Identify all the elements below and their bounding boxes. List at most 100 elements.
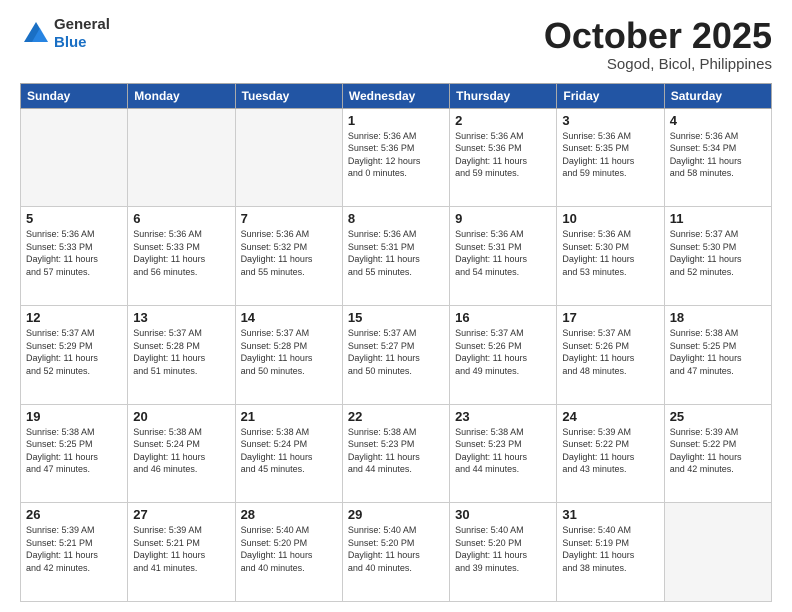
day-info: Sunrise: 5:39 AM Sunset: 5:21 PM Dayligh… <box>133 524 229 574</box>
calendar-subtitle: Sogod, Bicol, Philippines <box>544 56 772 73</box>
calendar-cell: 24Sunrise: 5:39 AM Sunset: 5:22 PM Dayli… <box>557 404 664 503</box>
day-info: Sunrise: 5:36 AM Sunset: 5:30 PM Dayligh… <box>562 228 658 278</box>
day-number: 25 <box>670 409 766 424</box>
day-number: 17 <box>562 310 658 325</box>
day-info: Sunrise: 5:40 AM Sunset: 5:20 PM Dayligh… <box>348 524 444 574</box>
calendar-cell: 28 Sunrise: 5:40 AM Sunset: 5:20 PM Dayli… <box>235 503 342 602</box>
calendar-cell: 17 Sunrise: 5:37 AM Sunset: 5:26 PM Dayli… <box>557 305 664 404</box>
day-number: 4 <box>670 113 766 128</box>
day-number: 6 <box>133 211 229 226</box>
calendar-cell: 9 Sunrise: 5:36 AM Sunset: 5:31 PM Daylig… <box>450 207 557 306</box>
weekday-header-thursday: Thursday <box>450 83 557 108</box>
day-number: 11 <box>670 211 766 226</box>
day-number: 13 <box>133 310 229 325</box>
calendar-cell <box>128 108 235 207</box>
day-info: Sunrise: 5:40 AM Sunset: 5:20 PM Dayligh… <box>455 524 551 574</box>
calendar-cell: 13 Sunrise: 5:37 AM Sunset: 5:28 PM Dayli… <box>128 305 235 404</box>
calendar-cell: 3Sunrise: 5:36 AM Sunset: 5:35 PM Daylig… <box>557 108 664 207</box>
day-info: Sunrise: 5:36 AM Sunset: 5:31 PM Dayligh… <box>455 228 551 278</box>
day-number: 3 <box>562 113 658 128</box>
calendar-cell: 8 Sunrise: 5:36 AM Sunset: 5:31 PM Daylig… <box>342 207 449 306</box>
calendar-cell: 18 Sunrise: 5:38 AM Sunset: 5:25 PM Dayli… <box>664 305 771 404</box>
calendar-cell: 14Sunrise: 5:37 AM Sunset: 5:28 PM Dayli… <box>235 305 342 404</box>
day-info: Sunrise: 5:40 AM Sunset: 5:20 PM Dayligh… <box>241 524 337 574</box>
day-info: Sunrise: 5:40 AM Sunset: 5:19 PM Dayligh… <box>562 524 658 574</box>
calendar-cell: 31 Sunrise: 5:40 AM Sunset: 5:19 PM Dayli… <box>557 503 664 602</box>
day-number: 28 <box>241 507 337 522</box>
calendar-week-5: 26Sunrise: 5:39 AM Sunset: 5:21 PM Dayli… <box>21 503 772 602</box>
day-number: 30 <box>455 507 551 522</box>
calendar-cell: 29 Sunrise: 5:40 AM Sunset: 5:20 PM Dayli… <box>342 503 449 602</box>
calendar-cell: 23 Sunrise: 5:38 AM Sunset: 5:23 PM Dayli… <box>450 404 557 503</box>
day-info: Sunrise: 5:36 AM Sunset: 5:33 PM Dayligh… <box>133 228 229 278</box>
day-number: 12 <box>26 310 122 325</box>
day-info: Sunrise: 5:37 AM Sunset: 5:28 PM Dayligh… <box>133 327 229 377</box>
calendar-cell <box>235 108 342 207</box>
weekday-header-friday: Friday <box>557 83 664 108</box>
day-number: 18 <box>670 310 766 325</box>
calendar-cell: 1 Sunrise: 5:36 AM Sunset: 5:36 PM Daylig… <box>342 108 449 207</box>
page: General Blue October 2025 Sogod, Bicol, … <box>0 0 792 612</box>
calendar-title: October 2025 <box>544 16 772 56</box>
day-info: Sunrise: 5:39 AM Sunset: 5:22 PM Dayligh… <box>670 426 766 476</box>
weekday-header: SundayMondayTuesdayWednesdayThursdayFrid… <box>21 83 772 108</box>
day-number: 22 <box>348 409 444 424</box>
day-number: 27 <box>133 507 229 522</box>
calendar-cell: 19 Sunrise: 5:38 AM Sunset: 5:25 PM Dayli… <box>21 404 128 503</box>
day-info: Sunrise: 5:38 AM Sunset: 5:23 PM Dayligh… <box>348 426 444 476</box>
day-info: Sunrise: 5:37 AM Sunset: 5:26 PM Dayligh… <box>455 327 551 377</box>
calendar-cell: 30 Sunrise: 5:40 AM Sunset: 5:20 PM Dayli… <box>450 503 557 602</box>
calendar-cell <box>664 503 771 602</box>
weekday-header-sunday: Sunday <box>21 83 128 108</box>
day-info: Sunrise: 5:38 AM Sunset: 5:23 PM Dayligh… <box>455 426 551 476</box>
day-number: 21 <box>241 409 337 424</box>
calendar-cell: 7Sunrise: 5:36 AM Sunset: 5:32 PM Daylig… <box>235 207 342 306</box>
logo-icon <box>20 18 52 50</box>
weekday-header-saturday: Saturday <box>664 83 771 108</box>
calendar-body: 1 Sunrise: 5:36 AM Sunset: 5:36 PM Daylig… <box>21 108 772 601</box>
day-info: Sunrise: 5:37 AM Sunset: 5:26 PM Dayligh… <box>562 327 658 377</box>
day-info: Sunrise: 5:36 AM Sunset: 5:34 PM Dayligh… <box>670 130 766 180</box>
day-number: 31 <box>562 507 658 522</box>
calendar-cell: 12Sunrise: 5:37 AM Sunset: 5:29 PM Dayli… <box>21 305 128 404</box>
day-info: Sunrise: 5:37 AM Sunset: 5:30 PM Dayligh… <box>670 228 766 278</box>
calendar-cell: 21Sunrise: 5:38 AM Sunset: 5:24 PM Dayli… <box>235 404 342 503</box>
day-number: 8 <box>348 211 444 226</box>
header: General Blue October 2025 Sogod, Bicol, … <box>20 16 772 73</box>
day-number: 23 <box>455 409 551 424</box>
day-number: 1 <box>348 113 444 128</box>
logo-general: General <box>54 16 110 33</box>
day-number: 16 <box>455 310 551 325</box>
title-block: October 2025 Sogod, Bicol, Philippines <box>544 16 772 73</box>
calendar-week-2: 5Sunrise: 5:36 AM Sunset: 5:33 PM Daylig… <box>21 207 772 306</box>
day-number: 9 <box>455 211 551 226</box>
day-number: 10 <box>562 211 658 226</box>
day-number: 14 <box>241 310 337 325</box>
calendar-cell: 2 Sunrise: 5:36 AM Sunset: 5:36 PM Daylig… <box>450 108 557 207</box>
calendar-cell: 27 Sunrise: 5:39 AM Sunset: 5:21 PM Dayli… <box>128 503 235 602</box>
day-info: Sunrise: 5:36 AM Sunset: 5:36 PM Dayligh… <box>348 130 444 180</box>
calendar-week-3: 12Sunrise: 5:37 AM Sunset: 5:29 PM Dayli… <box>21 305 772 404</box>
logo: General Blue <box>20 16 110 52</box>
calendar-cell: 11 Sunrise: 5:37 AM Sunset: 5:30 PM Dayli… <box>664 207 771 306</box>
calendar-cell: 6 Sunrise: 5:36 AM Sunset: 5:33 PM Daylig… <box>128 207 235 306</box>
day-info: Sunrise: 5:38 AM Sunset: 5:24 PM Dayligh… <box>133 426 229 476</box>
calendar-cell: 16 Sunrise: 5:37 AM Sunset: 5:26 PM Dayli… <box>450 305 557 404</box>
calendar-cell: 5Sunrise: 5:36 AM Sunset: 5:33 PM Daylig… <box>21 207 128 306</box>
day-info: Sunrise: 5:37 AM Sunset: 5:27 PM Dayligh… <box>348 327 444 377</box>
day-number: 19 <box>26 409 122 424</box>
day-number: 2 <box>455 113 551 128</box>
day-number: 20 <box>133 409 229 424</box>
day-info: Sunrise: 5:36 AM Sunset: 5:33 PM Dayligh… <box>26 228 122 278</box>
day-info: Sunrise: 5:36 AM Sunset: 5:36 PM Dayligh… <box>455 130 551 180</box>
day-info: Sunrise: 5:39 AM Sunset: 5:22 PM Dayligh… <box>562 426 658 476</box>
calendar-cell: 22 Sunrise: 5:38 AM Sunset: 5:23 PM Dayli… <box>342 404 449 503</box>
logo-blue: Blue <box>54 34 87 51</box>
day-info: Sunrise: 5:36 AM Sunset: 5:31 PM Dayligh… <box>348 228 444 278</box>
day-info: Sunrise: 5:38 AM Sunset: 5:25 PM Dayligh… <box>26 426 122 476</box>
calendar-week-1: 1 Sunrise: 5:36 AM Sunset: 5:36 PM Daylig… <box>21 108 772 207</box>
weekday-header-monday: Monday <box>128 83 235 108</box>
day-number: 29 <box>348 507 444 522</box>
calendar-table: SundayMondayTuesdayWednesdayThursdayFrid… <box>20 83 772 602</box>
day-info: Sunrise: 5:38 AM Sunset: 5:25 PM Dayligh… <box>670 327 766 377</box>
